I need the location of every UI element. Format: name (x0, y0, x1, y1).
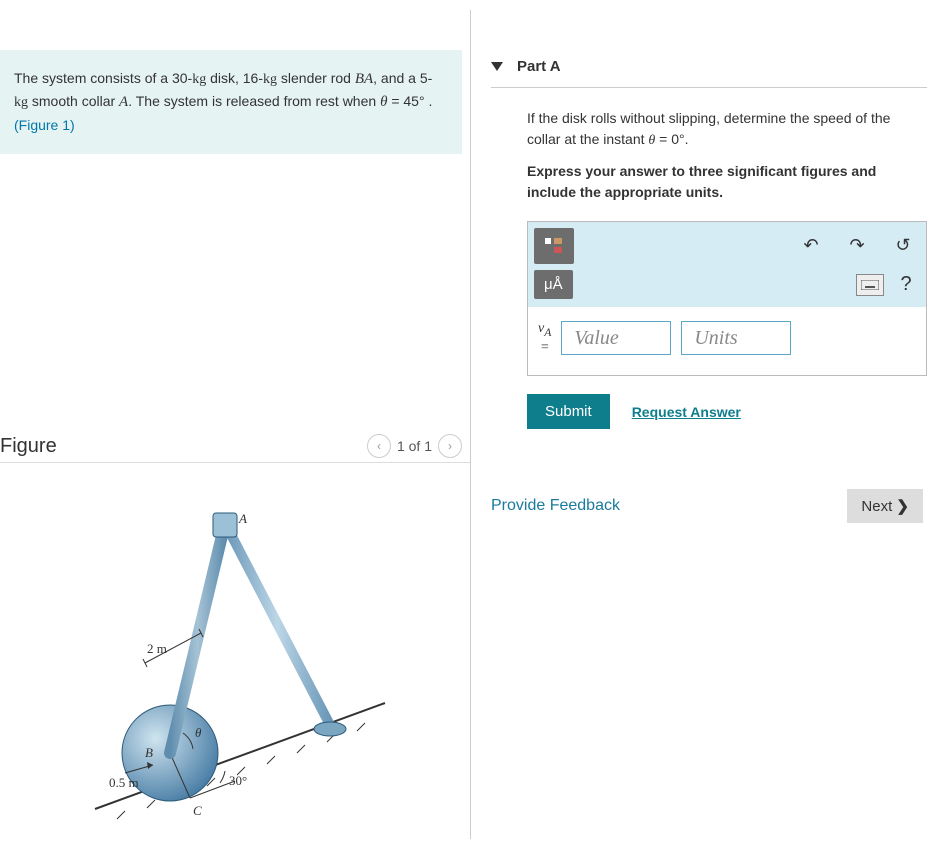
help-icon[interactable]: ? (892, 274, 920, 296)
figure-prev-button[interactable]: ‹ (367, 434, 391, 458)
label-radius: 0.5 m (109, 775, 139, 790)
figure-title: Figure (0, 435, 57, 458)
label-A: A (238, 511, 247, 526)
problem-statement: The system consists of a 30-kg disk, 16-… (0, 50, 462, 154)
instruction-text: Express your answer to three significant… (527, 161, 927, 203)
request-answer-link[interactable]: Request Answer (632, 404, 741, 420)
chevron-right-icon: ❯ (896, 498, 909, 515)
toolbar-row-1: ↶ ↷ ↺ (528, 222, 926, 270)
variable-label: vA = (538, 321, 551, 355)
label-2m: 2 m (147, 641, 167, 656)
provide-feedback-link[interactable]: Provide Feedback (491, 497, 620, 515)
undo-button[interactable]: ↶ (788, 222, 834, 268)
submit-button[interactable]: Submit (527, 394, 610, 429)
answer-input-row: vA = Value Units (528, 307, 926, 375)
problem-text: The system consists of a 30- (14, 70, 192, 86)
toolbar-row-2: μÅ ? (528, 270, 926, 307)
figure-nav: ‹ 1 of 1 › (367, 434, 462, 458)
special-chars-button[interactable]: μÅ (534, 270, 573, 299)
label-theta: θ (195, 725, 202, 740)
value-input[interactable]: Value (561, 321, 671, 355)
figure-counter: 1 of 1 (397, 438, 432, 454)
figure-next-button[interactable]: › (438, 434, 462, 458)
collapse-icon (491, 62, 503, 71)
redo-button[interactable]: ↷ (834, 222, 880, 268)
label-B: B (145, 745, 153, 760)
label-C: C (193, 803, 202, 818)
answer-pad: ↶ ↷ ↺ μÅ ? vA (527, 221, 927, 376)
question-text: If the disk rolls without slipping, dete… (527, 108, 927, 151)
keyboard-icon[interactable] (856, 274, 884, 296)
next-button[interactable]: Next ❯ (847, 489, 923, 523)
figure-link[interactable]: (Figure 1) (14, 117, 75, 133)
part-header[interactable]: Part A (491, 44, 927, 88)
part-title: Part A (517, 58, 561, 75)
figure-diagram: A B C 2 m 0.5 m θ 30° (0, 463, 470, 836)
units-input[interactable]: Units (681, 321, 791, 355)
label-30: 30° (229, 773, 247, 788)
template-button[interactable] (534, 228, 574, 264)
reset-button[interactable]: ↺ (880, 222, 926, 268)
